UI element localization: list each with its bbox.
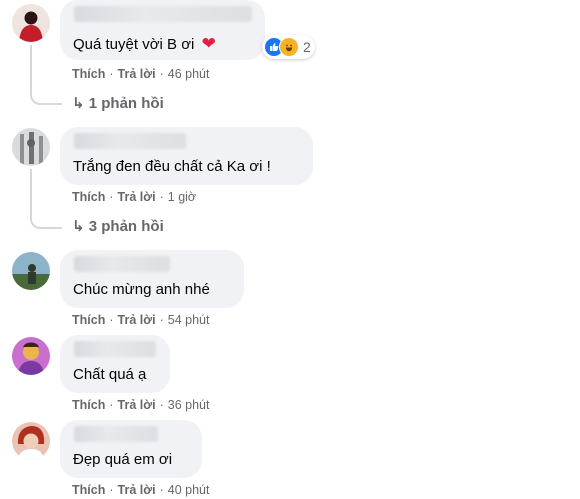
timestamp[interactable]: 36 phút: [168, 398, 210, 412]
comment-text: Trắng đen đều chất cả Ka ơi !: [73, 158, 271, 175]
reply-link[interactable]: Trả lời: [118, 67, 156, 81]
timestamp[interactable]: 54 phút: [168, 313, 210, 327]
comment-actions: Thích · Trả lời · 36 phút: [72, 398, 210, 412]
author-name-blurred[interactable]: [74, 341, 156, 357]
reaction-count: 2: [303, 39, 311, 55]
haha-icon: [279, 37, 299, 57]
reply-link[interactable]: Trả lời: [118, 190, 156, 204]
timestamp[interactable]: 40 phút: [168, 483, 210, 497]
comment-bubble: Trắng đen đều chất cả Ka ơi !: [60, 127, 313, 185]
timestamp[interactable]: 1 giờ: [168, 190, 196, 204]
comment-text-body: Quá tuyệt vời B ơi: [73, 36, 195, 53]
author-name-blurred[interactable]: [74, 6, 252, 22]
like-link[interactable]: Thích: [72, 190, 105, 204]
heart-icon: ❤: [201, 34, 216, 53]
thread-connector: [30, 45, 62, 105]
comment-text: Quá tuyệt vời B ơi ❤: [73, 34, 216, 54]
like-link[interactable]: Thích: [72, 483, 105, 497]
comment-bubble: Quá tuyệt vời B ơi ❤: [60, 0, 265, 60]
like-link[interactable]: Thích: [72, 398, 105, 412]
comment-actions: Thích · Trả lời · 1 giờ: [72, 190, 197, 204]
avatar[interactable]: [12, 337, 50, 375]
comment-text: Đẹp quá em ơi: [73, 451, 173, 468]
reply-link[interactable]: Trả lời: [118, 483, 156, 497]
avatar[interactable]: [12, 4, 50, 42]
view-replies-link[interactable]: ↳ 1 phản hồi: [72, 94, 164, 112]
author-name-blurred[interactable]: [74, 256, 170, 272]
avatar[interactable]: [12, 252, 50, 290]
like-link[interactable]: Thích: [72, 313, 105, 327]
reply-link[interactable]: Trả lời: [118, 398, 156, 412]
reaction-summary[interactable]: 2: [262, 35, 315, 59]
timestamp[interactable]: 46 phút: [168, 67, 210, 81]
comment-bubble: Chúc mừng anh nhé: [60, 250, 244, 308]
reply-link[interactable]: Trả lời: [118, 313, 156, 327]
like-link[interactable]: Thích: [72, 67, 105, 81]
comment-bubble: Đẹp quá em ơi: [60, 420, 202, 478]
comment-actions: Thích · Trả lời · 40 phút: [72, 483, 210, 497]
comment-bubble: Chất quá ạ: [60, 335, 170, 393]
avatar[interactable]: [12, 422, 50, 460]
author-name-blurred[interactable]: [74, 133, 186, 149]
view-replies-link[interactable]: ↳ 3 phản hồi: [72, 217, 164, 235]
comment-text: Chất quá ạ: [73, 366, 147, 383]
comment-actions: Thích · Trả lời · 54 phút: [72, 313, 210, 327]
comment-actions: Thích · Trả lời · 46 phút: [72, 67, 210, 81]
thread-connector: [30, 169, 62, 229]
author-name-blurred[interactable]: [74, 426, 158, 442]
avatar[interactable]: [12, 128, 50, 166]
comment-text: Chúc mừng anh nhé: [73, 281, 210, 298]
